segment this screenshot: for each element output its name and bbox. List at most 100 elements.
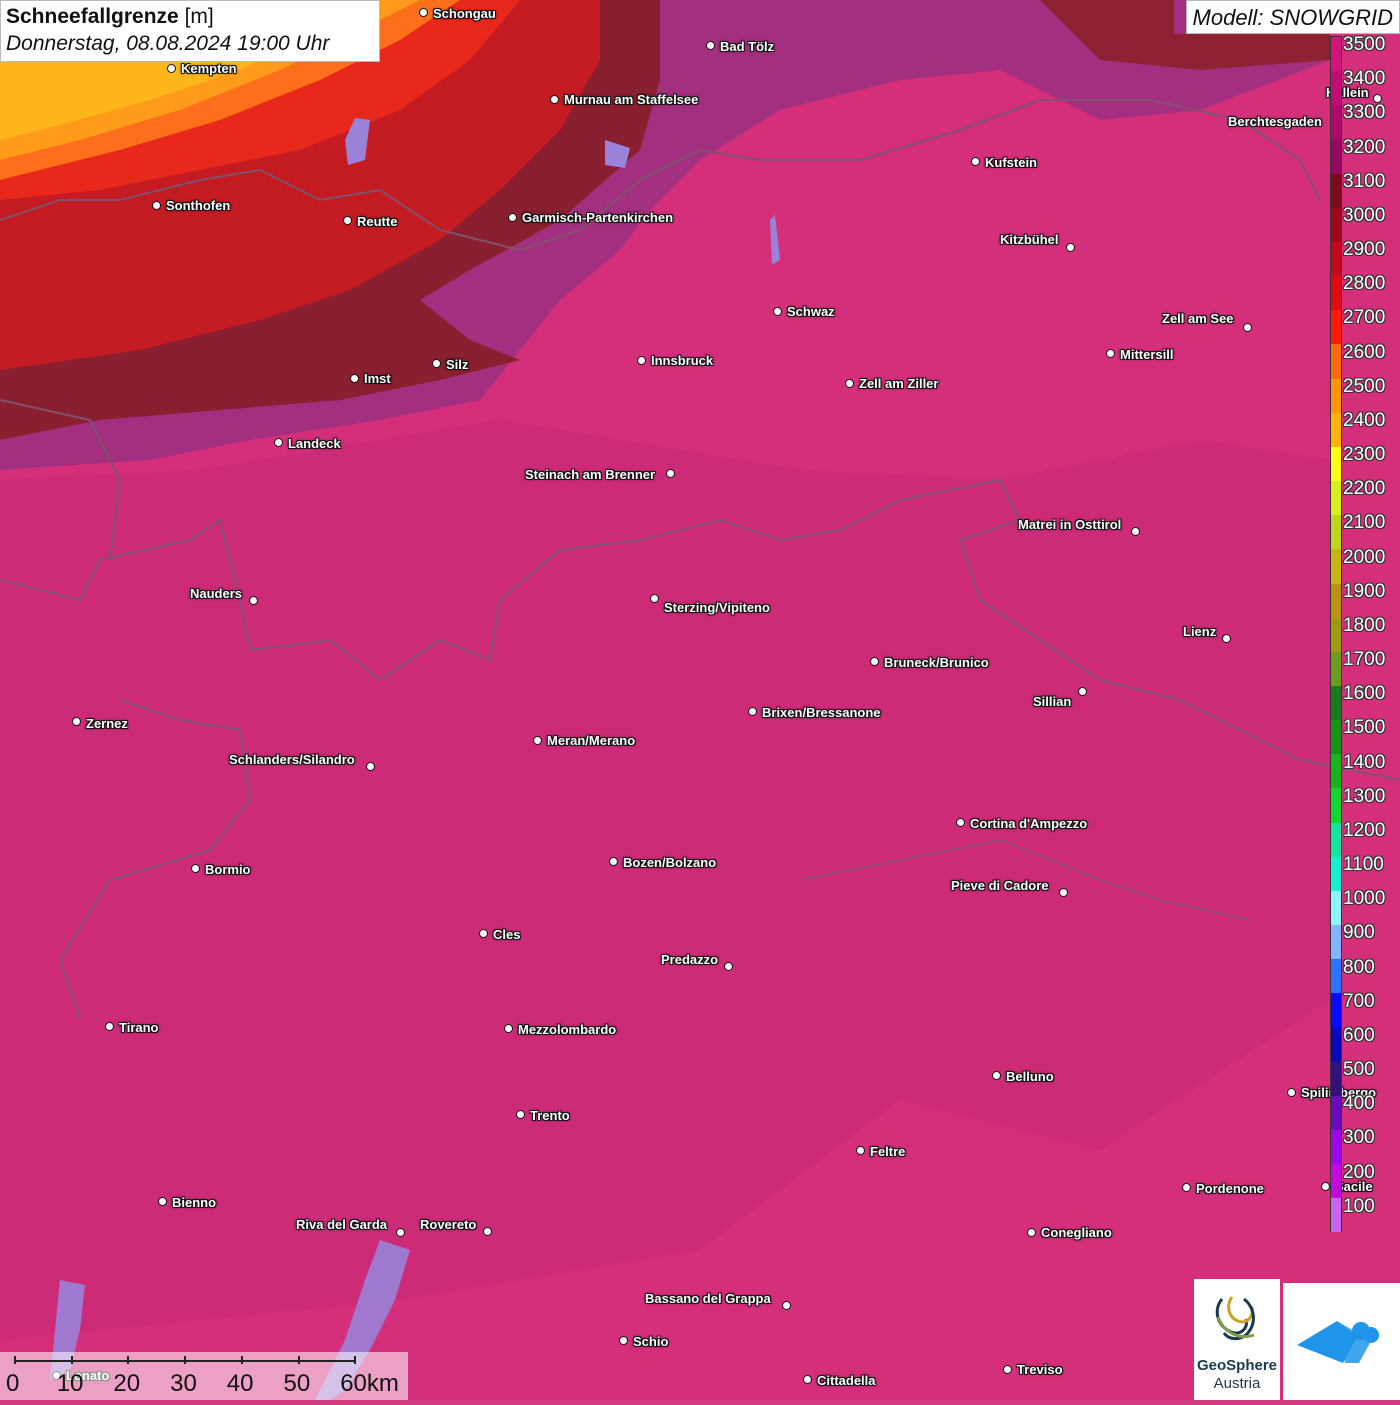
app-logo[interactable] [1283,1283,1400,1400]
city-marker [956,818,965,827]
city-label: Bruneck/Brunico [884,655,989,670]
city-marker [419,8,428,17]
legend-swatch [1331,685,1341,721]
city-label: Kufstein [985,155,1037,170]
city-label: Sterzing/Vipiteno [664,600,770,615]
legend-label: 2700 [1343,307,1386,329]
scale-tick [127,1356,130,1364]
city-marker [479,929,488,938]
city-marker [158,1197,167,1206]
legend-swatch [1331,890,1341,926]
legend-swatch [1331,515,1341,550]
city-label: Lienz [1183,624,1217,639]
city-label: Schlanders/Silandro [229,752,355,767]
legend-swatch [1331,207,1341,242]
legend-label: 1500 [1343,717,1386,739]
city-label: Berchtesgaden [1228,114,1322,129]
city-marker [1222,634,1231,643]
city-marker [971,157,980,166]
city-marker [1003,1365,1012,1374]
city-marker [274,438,283,447]
legend-label: 1800 [1343,614,1386,636]
geosphere-text: GeoSphere [1196,1357,1278,1374]
legend-swatch [1331,71,1341,106]
city-marker [152,201,161,210]
city-marker [650,594,659,603]
city-label: Bad Tölz [720,39,775,54]
legend-label: 2500 [1343,375,1386,397]
legend-label: 1200 [1343,819,1386,841]
city-label: Silz [446,357,469,372]
geosphere-emblem-icon [1215,1296,1255,1341]
legend-label: 800 [1343,956,1375,978]
city-marker [167,64,176,73]
city-marker [1131,527,1140,536]
scale-tick [184,1356,187,1364]
city-marker [845,379,854,388]
legend-swatch [1331,617,1341,652]
legend-label: 1300 [1343,785,1386,807]
city-marker [992,1071,1001,1080]
legend-label: 2200 [1343,478,1386,500]
legend-label: 1000 [1343,888,1386,910]
city-marker [432,359,441,368]
legend-label: 700 [1343,990,1375,1012]
legend-swatch [1331,1164,1341,1199]
city-marker [350,374,359,383]
city-label: Schwaz [787,304,835,319]
legend-swatch [1331,139,1341,174]
variable-name: Schneefallgrenze [6,5,179,28]
city-marker [1106,349,1115,358]
legend-swatch [1331,37,1341,72]
city-label: Sonthofen [166,198,231,213]
legend-swatch [1331,959,1341,994]
legend-swatch [1331,241,1341,277]
city-label: Mezzolombardo [518,1022,617,1037]
legend-label: 1600 [1343,683,1386,705]
scale-tick [354,1356,357,1364]
legend-label: 2600 [1343,341,1386,363]
scale-bar: 0 10 20 30 40 50 60km [0,1352,408,1400]
city-marker [516,1110,525,1119]
city-marker [724,962,733,971]
variable-unit: [m] [184,5,214,28]
city-marker [72,717,81,726]
city-marker [1078,687,1087,696]
city-label: Innsbruck [651,353,714,368]
city-label: Bozen/Bolzano [623,855,717,870]
legend-label: 2300 [1343,444,1386,466]
legend-swatch [1331,822,1341,857]
legend-label: 1900 [1343,580,1386,602]
legend-label: 300 [1343,1127,1375,1149]
legend-swatch [1331,446,1341,482]
city-label: Landeck [288,436,341,451]
scale-label: 30 [170,1370,197,1397]
city-marker [1287,1088,1296,1097]
city-label: Matrei in Osttirol [1018,517,1122,532]
legend-swatch [1331,1095,1341,1130]
geosphere-austria-logo[interactable]: GeoSphere Austria [1194,1279,1280,1400]
city-label: Murnau am Staffelsee [564,92,699,107]
city-marker [343,216,352,225]
city-label: Sillian [1033,694,1072,709]
city-marker [483,1227,492,1236]
scale-label: 50 [283,1370,311,1397]
legend-swatch [1331,412,1341,447]
city-label: Bormio [205,862,251,877]
city-label: Reutte [357,214,398,229]
legend-label: 3000 [1343,204,1386,226]
city-label: Cles [493,927,521,942]
legend-swatch [1331,1198,1341,1233]
city-marker [1059,888,1068,897]
city-label: Bienno [172,1195,217,1210]
legend-label: 3400 [1343,68,1386,90]
legend-swatch [1331,276,1341,311]
legend-label: 3100 [1343,170,1386,192]
city-label: Schongau [433,6,496,21]
legend-label: 2400 [1343,409,1386,431]
legend-label: 1700 [1343,649,1386,671]
city-label: Nauders [190,586,243,601]
legend-swatch [1331,925,1341,960]
city-label: Rovereto [420,1217,477,1232]
scale-tick [14,1356,16,1364]
